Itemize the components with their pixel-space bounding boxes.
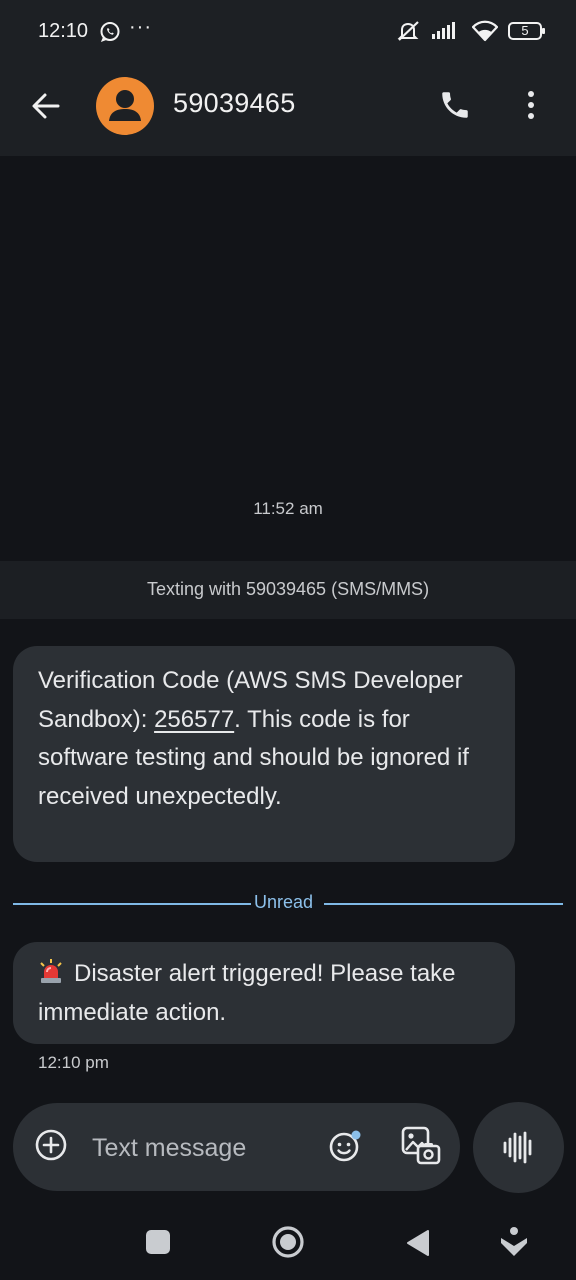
texting-with-label: Texting with 59039465 (SMS/MMS) xyxy=(146,579,430,599)
phone-icon[interactable] xyxy=(438,88,472,122)
accessibility-icon[interactable] xyxy=(498,1225,530,1259)
message-bubble[interactable]: Verification Code (AWS SMS Developer San… xyxy=(13,646,515,862)
waveform-icon xyxy=(503,1131,532,1164)
text-message-input[interactable] xyxy=(90,1130,294,1166)
unread-label: Unread xyxy=(254,892,314,912)
home-icon[interactable] xyxy=(271,1225,305,1259)
add-attachment-icon[interactable] xyxy=(33,1127,69,1163)
message-text: Disaster alert triggered! Please take im… xyxy=(38,960,456,1026)
signal-icon xyxy=(432,22,455,39)
avatar[interactable] xyxy=(96,77,154,135)
mute-bell-icon xyxy=(397,21,419,41)
emoji-icon[interactable] xyxy=(326,1127,364,1165)
siren-icon xyxy=(40,959,62,983)
back-arrow-icon[interactable] xyxy=(28,88,64,124)
battery-icon: 5 xyxy=(508,22,545,40)
avatar-person-icon xyxy=(109,90,141,121)
whatsapp-icon xyxy=(100,22,120,43)
unread-divider-right xyxy=(324,903,563,905)
unread-divider-left xyxy=(13,903,251,905)
status-time: 12:10 xyxy=(38,20,89,42)
status-icons: 5 xyxy=(396,18,545,44)
voice-message-button[interactable] xyxy=(473,1102,564,1193)
nav-back-icon[interactable] xyxy=(404,1228,432,1258)
more-vert-icon[interactable] xyxy=(516,88,546,122)
message-bubble[interactable]: Disaster alert triggered! Please take im… xyxy=(13,942,515,1044)
more-notifications-indicator: ··· xyxy=(129,16,152,38)
contact-name[interactable]: 59039465 xyxy=(173,88,296,119)
conversation-timestamp: 11:52 am xyxy=(253,499,323,518)
wifi-icon xyxy=(472,20,498,42)
verification-code-link[interactable]: 256577 xyxy=(154,706,234,733)
battery-level: 5 xyxy=(521,23,529,38)
recents-icon[interactable] xyxy=(146,1230,170,1254)
gallery-icon[interactable] xyxy=(400,1125,444,1167)
message-time: 12:10 pm xyxy=(38,1053,109,1072)
